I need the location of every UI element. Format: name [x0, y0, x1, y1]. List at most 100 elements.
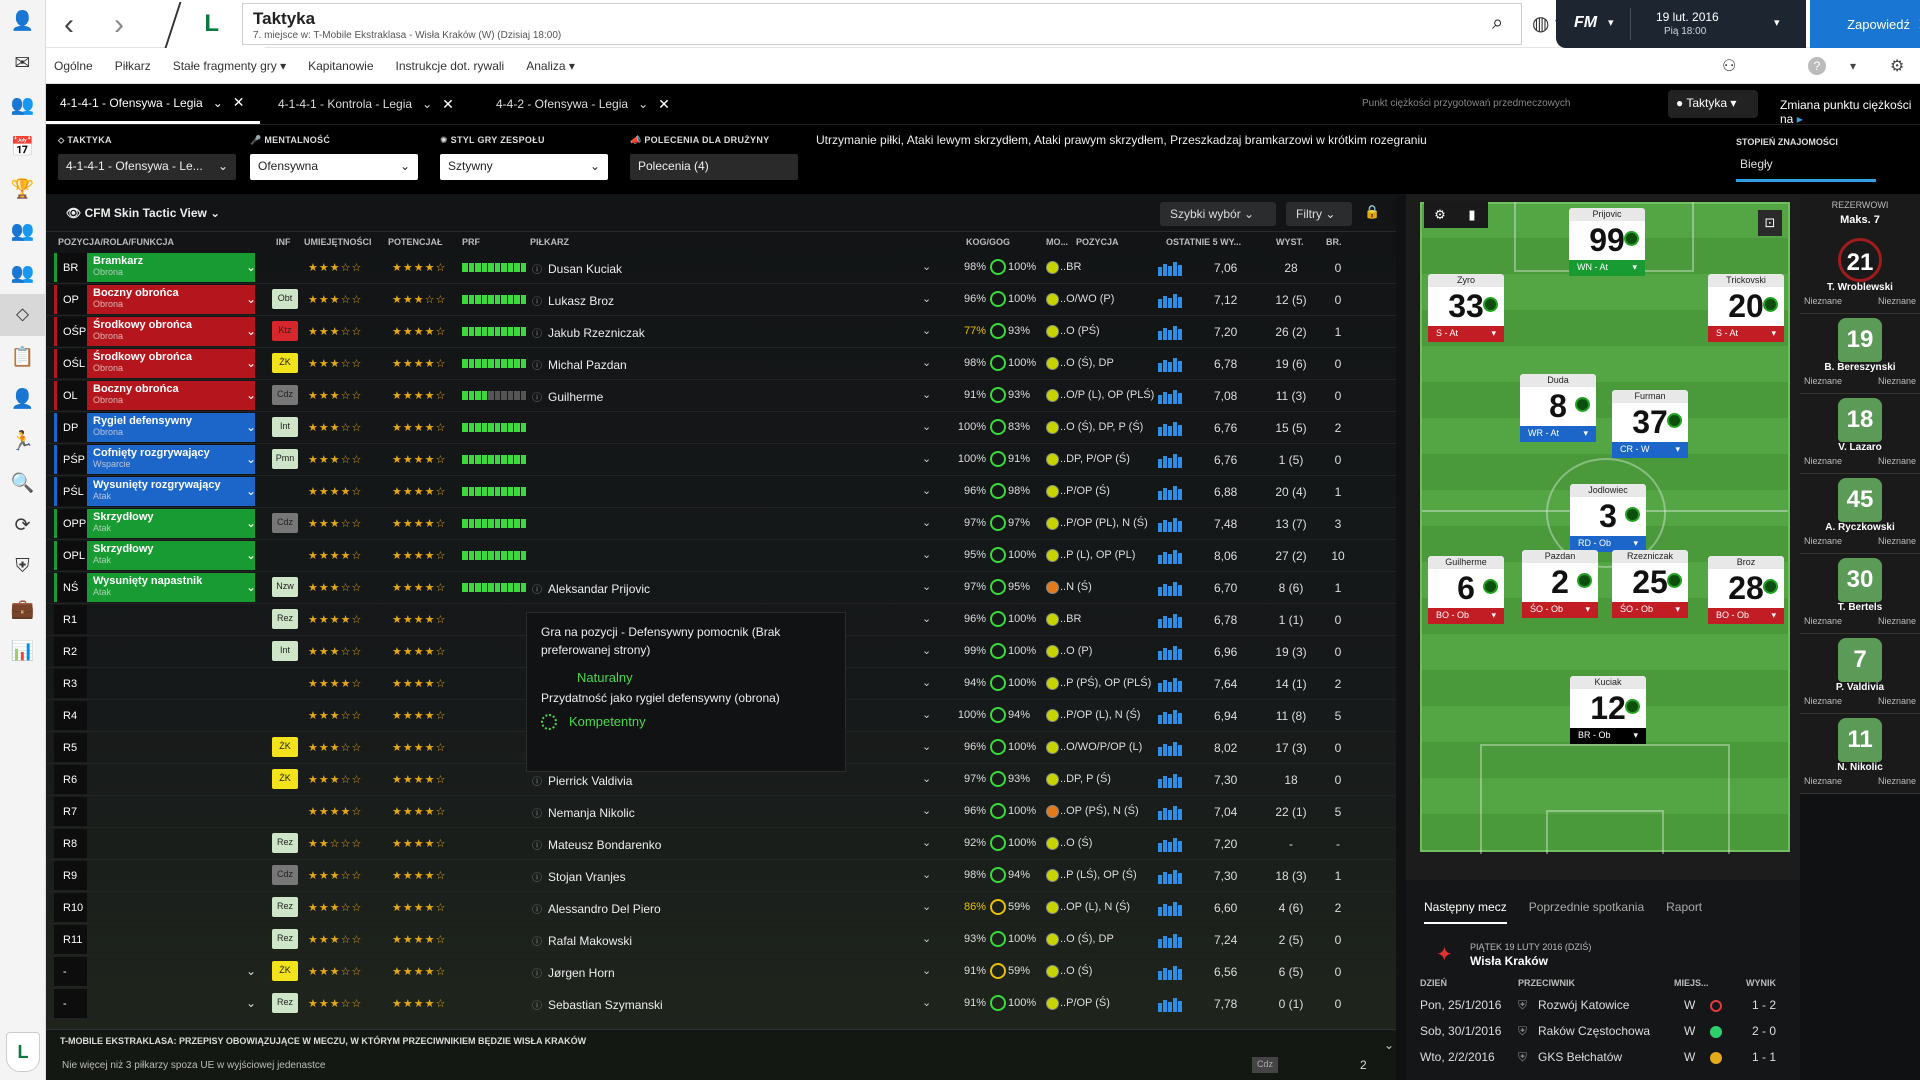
- collapse-icon[interactable]: ⊡: [1758, 210, 1782, 236]
- chevron-down-icon[interactable]: ⌄: [922, 356, 931, 369]
- table-row[interactable]: R11 Rez ★★★☆☆ ★★★★☆ Rafal Makowski ⌄ 93% 100%..…: [46, 924, 1396, 956]
- staff-advice-icon[interactable]: ⚇: [1722, 56, 1736, 76]
- table-row[interactable]: OL Boczny obrońca Obrona ⌄ Cdz ★★★☆☆ ★★★★☆ G…: [46, 380, 1396, 412]
- table-row[interactable]: R8 Rez ★★☆☆☆ ★★★★☆ Mateusz Bondarenko ⌄ 92% 100…: [46, 828, 1396, 860]
- chevron-down-icon[interactable]: ⌄: [922, 676, 931, 689]
- subnav-player[interactable]: Piłkarz: [115, 59, 151, 73]
- chevron-down-icon[interactable]: ⌄: [246, 324, 256, 338]
- chevron-down-icon[interactable]: ⌄: [246, 964, 256, 978]
- team-shape-dropdown[interactable]: Sztywny ⌄: [440, 154, 608, 180]
- col-ability[interactable]: UMIEJĘTNOŚCI: [304, 237, 372, 247]
- subnav-opposition[interactable]: Instrukcje dot. rywali: [396, 59, 505, 73]
- player-name[interactable]: Jakub Rzezniczak: [532, 325, 645, 340]
- chevron-down-icon[interactable]: ⌄: [246, 356, 256, 370]
- role-selector[interactable]: Boczny obrońca Obrona: [87, 381, 255, 410]
- inbox-icon[interactable]: ✉: [0, 42, 45, 84]
- pitch-stats-icon[interactable]: ▮: [1456, 202, 1488, 228]
- chevron-down-icon[interactable]: ⌄: [922, 868, 931, 881]
- tab-tactic-1[interactable]: 4-1-4-1 - Ofensywa - Legia ⌄ ✕: [46, 84, 260, 124]
- chevron-down-icon[interactable]: ▾: [1850, 59, 1856, 73]
- pitch-player-role[interactable]: ŚO - Ob ▾: [1612, 602, 1688, 618]
- tactic-dropdown[interactable]: 4-1-4-1 - Ofensywa - Le... ⌄: [58, 154, 236, 180]
- tactics-icon[interactable]: ⬦: [0, 294, 45, 336]
- mentality-dropdown[interactable]: Ofensywna ⌄: [250, 154, 418, 180]
- fm-logo[interactable]: FM: [1574, 14, 1597, 32]
- chevron-down-icon[interactable]: ⌄: [246, 420, 256, 434]
- chevron-down-icon[interactable]: ⌄: [922, 548, 931, 561]
- trophy-icon[interactable]: 🏆: [0, 168, 45, 210]
- squad-icon[interactable]: 👥: [0, 84, 45, 126]
- date-chevron-icon[interactable]: ▾: [1774, 16, 1780, 29]
- chevron-down-icon[interactable]: ⌄: [246, 452, 256, 466]
- chevron-down-icon[interactable]: ⌄: [922, 484, 931, 497]
- table-row[interactable]: OŚL Środkowy obrońca Obrona ⌄ ŻK ★★★☆☆ ★★★★…: [46, 348, 1396, 380]
- focus-dropdown[interactable]: ● Taktyka ▾: [1668, 90, 1758, 118]
- chevron-down-icon[interactable]: ⌄: [246, 580, 256, 594]
- chevron-down-icon[interactable]: ⌄: [246, 292, 256, 306]
- role-selector[interactable]: Bramkarz Obrona: [87, 253, 255, 282]
- youth-icon[interactable]: 👥: [0, 252, 45, 294]
- col-apps[interactable]: WYST.: [1276, 237, 1304, 247]
- close-icon[interactable]: ✕: [442, 96, 454, 113]
- view-selector[interactable]: 👁 CFM Skin Tactic View ⌄: [66, 206, 220, 220]
- chevron-down-icon[interactable]: ⌄: [213, 96, 223, 110]
- player-name[interactable]: Michal Pazdan: [532, 357, 627, 372]
- back-arrow-icon[interactable]: ‹: [64, 8, 74, 42]
- substitute-slot[interactable]: 30 T. Bertels Nieznane Nieznane: [1800, 554, 1920, 634]
- substitute-slot[interactable]: 18 V. Lazaro Nieznane Nieznane: [1800, 394, 1920, 474]
- chevron-down-icon[interactable]: ⌄: [922, 740, 931, 753]
- pitch-player-role[interactable]: CR - W ▾: [1612, 442, 1688, 458]
- chevron-down-icon[interactable]: ⌄: [246, 484, 256, 498]
- col-goals[interactable]: BR.: [1326, 237, 1342, 247]
- player-name[interactable]: Lukasz Broz: [532, 293, 614, 308]
- fixture-row[interactable]: Wto, 2/2/2016 ⛨ GKS Bełchatów W 1 - 1: [1406, 1046, 1800, 1068]
- chevron-down-icon[interactable]: ⌄: [922, 900, 931, 913]
- pitch-player-role[interactable]: S - At ▾: [1428, 326, 1504, 342]
- substitute-slot[interactable]: 19 B. Bereszynski Nieznane Nieznane: [1800, 314, 1920, 394]
- table-row[interactable]: OŚP Środkowy obrońca Obrona ⌄ Ktz ★★★☆☆ ★★★…: [46, 316, 1396, 348]
- role-selector[interactable]: Boczny obrońca Obrona: [87, 285, 255, 314]
- player-name[interactable]: Dusan Kuciak: [532, 261, 622, 276]
- role-selector[interactable]: Wysunięty rozgrywający Atak: [87, 477, 255, 506]
- chevron-down-icon[interactable]: ⌄: [922, 292, 931, 305]
- chevron-down-icon[interactable]: ⌄: [922, 996, 931, 1009]
- col-last5[interactable]: OSTATNIE 5 WY...: [1166, 237, 1241, 247]
- search-icon[interactable]: 🔍: [0, 462, 45, 504]
- player-name[interactable]: Jørgen Horn: [532, 965, 615, 980]
- col-morale[interactable]: MO...: [1046, 237, 1068, 247]
- tab-report[interactable]: Raport: [1666, 880, 1702, 924]
- col-kog[interactable]: KOG/GOG: [966, 237, 1010, 247]
- subnav-set-pieces[interactable]: Stałe fragmenty gry ▾: [173, 59, 286, 73]
- table-row[interactable]: - ⌄ Rez ★★★☆☆ ★★★★☆ Sebastian Szymanski ⌄ 91% 10…: [46, 988, 1396, 1020]
- scouting-icon[interactable]: 👤: [0, 378, 45, 420]
- table-row[interactable]: NŚ Wysunięty napastnik Atak ⌄ Nzw ★★★☆☆ ★★★…: [46, 572, 1396, 604]
- subnav-overview[interactable]: Ogólne: [54, 59, 93, 73]
- player-name[interactable]: Stojan Vranjes: [532, 869, 626, 884]
- game-date-block[interactable]: FM ▾ 19 lut. 2016 Pią 18:00 ▾: [1556, 0, 1806, 48]
- club-icon[interactable]: ⛨: [0, 546, 45, 588]
- pitch-player-chip[interactable]: Zyro 33 S - At ▾: [1428, 274, 1504, 348]
- chevron-down-icon[interactable]: ⌄: [922, 804, 931, 817]
- player-name[interactable]: Rafal Makowski: [532, 933, 632, 948]
- pitch-player-role[interactable]: WR - At ▾: [1520, 426, 1596, 442]
- chevron-down-icon[interactable]: ⌄: [922, 420, 931, 433]
- player-name[interactable]: Alessandro Del Piero: [532, 901, 661, 916]
- table-row[interactable]: R7 ★★★★☆ ★★★★☆ Nemanja Nikolic ⌄ 96% 100% ..OP …: [46, 796, 1396, 828]
- tab-previous-matches[interactable]: Poprzednie spotkania: [1529, 880, 1644, 924]
- player-name[interactable]: Sebastian Szymanski: [532, 997, 663, 1012]
- chevron-down-icon[interactable]: ⌄: [246, 996, 256, 1010]
- table-row[interactable]: PŚL Wysunięty rozgrywający Atak ⌄ ★★★★☆ ★★…: [46, 476, 1396, 508]
- col-potential[interactable]: POTENCJAŁ: [388, 237, 443, 247]
- table-row[interactable]: OP Boczny obrońca Obrona ⌄ Obt ★★★☆☆ ★★★☆☆ L…: [46, 284, 1396, 316]
- chevron-down-icon[interactable]: ⌄: [922, 388, 931, 401]
- chevron-down-icon[interactable]: ⌄: [922, 964, 931, 977]
- finances-icon[interactable]: 💼: [0, 588, 45, 630]
- chevron-down-icon[interactable]: ⌄: [922, 644, 931, 657]
- col-position2[interactable]: POZYCJA: [1076, 237, 1119, 247]
- chevron-down-icon[interactable]: ⌄: [922, 932, 931, 945]
- pitch-player-chip[interactable]: Duda 8 WR - At ▾: [1520, 374, 1596, 448]
- chevron-down-icon[interactable]: ⌄: [922, 452, 931, 465]
- close-icon[interactable]: ✕: [658, 96, 670, 113]
- chevron-down-icon[interactable]: ⌄: [922, 516, 931, 529]
- player-name[interactable]: Aleksandar Prijovic: [532, 581, 650, 596]
